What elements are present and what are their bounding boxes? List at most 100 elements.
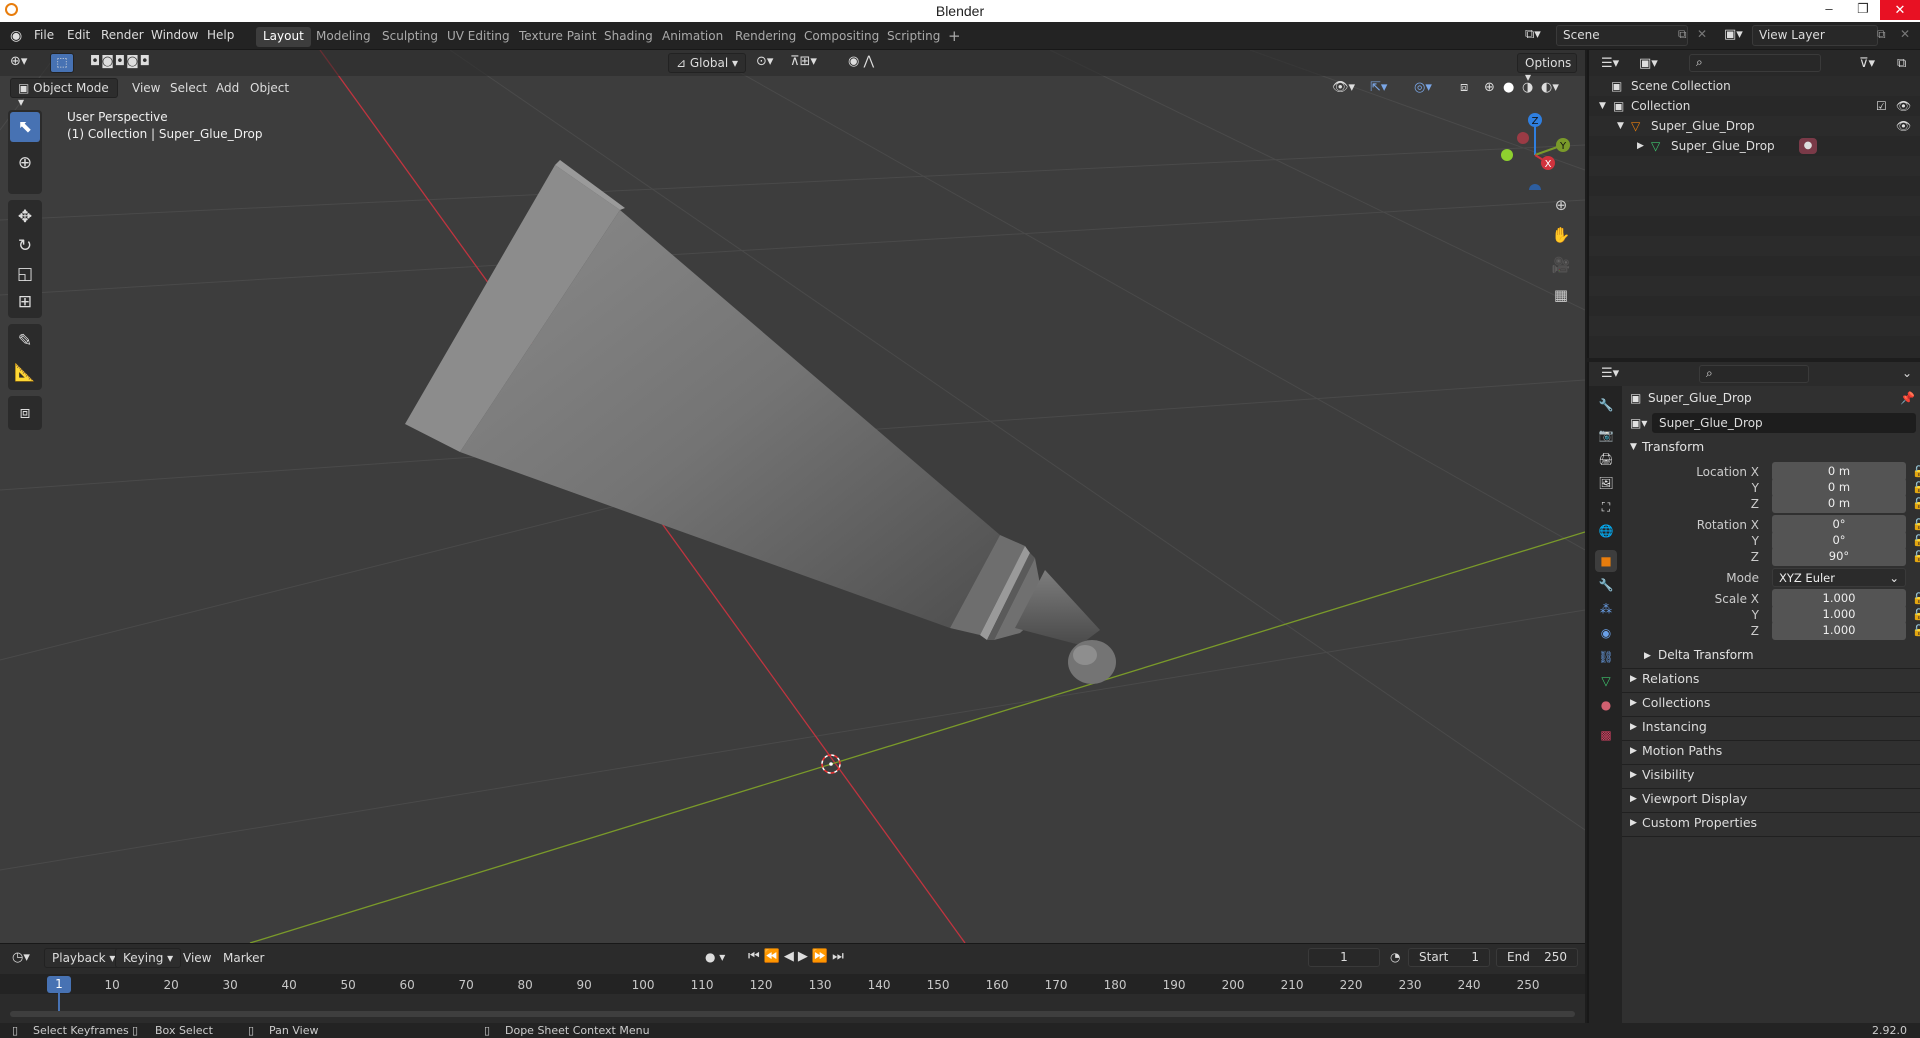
- material-tab-icon[interactable]: ●: [1595, 694, 1617, 716]
- move-tool-icon[interactable]: ✥: [10, 202, 40, 232]
- rotate-tool-icon[interactable]: ↻: [10, 231, 40, 261]
- navigation-gizmo[interactable]: Z Y X: [1490, 110, 1580, 190]
- pin-icon[interactable]: 📌: [1900, 391, 1915, 405]
- expand-arrow-icon[interactable]: ▼: [1617, 116, 1624, 136]
- physics-tab-icon[interactable]: ◉: [1595, 622, 1617, 644]
- add-cube-tool-icon[interactable]: ⧈: [10, 398, 40, 428]
- object-name-field[interactable]: Super_Glue_Drop: [1652, 413, 1916, 433]
- rendered-shading-icon[interactable]: ◐▾: [1541, 80, 1559, 95]
- tool-tab-icon[interactable]: 🔧: [1595, 394, 1617, 416]
- modifier-tab-icon[interactable]: 🔧: [1595, 574, 1617, 596]
- expand-arrow-icon[interactable]: ▶: [1630, 746, 1637, 756]
- menu-window[interactable]: Window: [151, 28, 198, 42]
- lock-icon[interactable]: 🔓: [1912, 624, 1920, 637]
- scale-z-field[interactable]: 1.000: [1772, 621, 1906, 640]
- view-layer-field[interactable]: View Layer: [1752, 25, 1878, 46]
- expand-arrow-icon[interactable]: ▼: [1630, 442, 1637, 452]
- wireframe-shading-icon[interactable]: ⊕: [1484, 80, 1495, 95]
- outliner-editor-type-icon[interactable]: ☰▾: [1601, 56, 1619, 71]
- measure-tool-icon[interactable]: 📐: [10, 358, 40, 388]
- lock-icon[interactable]: 🔓: [1912, 592, 1920, 605]
- start-frame-field[interactable]: Start 1: [1408, 948, 1490, 967]
- visibility-eye-icon[interactable]: 👁: [1896, 116, 1911, 136]
- select-tool-icon[interactable]: ⬉: [10, 112, 40, 142]
- lock-icon[interactable]: 🔓: [1912, 518, 1920, 531]
- collections-header[interactable]: Collections: [1642, 695, 1710, 710]
- scene-tab-icon[interactable]: ⛶: [1595, 496, 1617, 518]
- close-icon[interactable]: ✕: [1880, 0, 1920, 20]
- expand-arrow-icon[interactable]: ▶: [1630, 794, 1637, 804]
- instancing-header[interactable]: Instancing: [1642, 719, 1707, 734]
- viewport-menu-select[interactable]: Select: [170, 81, 207, 95]
- timeline-menu-view[interactable]: View: [183, 951, 211, 965]
- lock-icon[interactable]: 🔓: [1912, 481, 1920, 494]
- tab-uv-editing[interactable]: UV Editing: [440, 27, 517, 47]
- gizmo-toggle-icon[interactable]: ⇱▾: [1370, 80, 1387, 95]
- custom-properties-header[interactable]: Custom Properties: [1642, 815, 1757, 830]
- expand-arrow-icon[interactable]: ▶: [1630, 818, 1637, 828]
- cursor-tool-icon[interactable]: ⊕: [10, 148, 40, 178]
- viewport-menu-view[interactable]: View: [132, 81, 160, 95]
- editor-type-icon[interactable]: ⊕▾: [10, 54, 27, 69]
- new-scene-icon[interactable]: ⧉: [1678, 27, 1687, 42]
- menu-help[interactable]: Help: [207, 28, 234, 42]
- restore-icon[interactable]: ❐: [1846, 1, 1880, 17]
- view-layer-tab-icon[interactable]: 🖼: [1595, 472, 1617, 494]
- 3d-viewport[interactable]: ⊕▾ ⬚ ◘◙◘◙◘ ⊿ Global ▾ ⊙▾ ⊼⊞▾ ◉ ⋀ Options…: [0, 50, 1585, 943]
- exclude-checkbox-icon[interactable]: ☑: [1876, 96, 1887, 116]
- blender-menu-icon[interactable]: ◉: [10, 28, 22, 44]
- zoom-icon[interactable]: ⊕: [1548, 192, 1574, 218]
- object-tab-icon[interactable]: ■: [1595, 550, 1617, 572]
- new-view-layer-icon[interactable]: ⧉: [1877, 27, 1886, 42]
- expand-arrow-icon[interactable]: ▶: [1644, 651, 1651, 661]
- transform-tool-icon[interactable]: ⊞: [10, 287, 40, 317]
- timeline-menu-marker[interactable]: Marker: [223, 951, 264, 965]
- tab-texture-paint[interactable]: Texture Paint: [512, 27, 603, 47]
- playback-controls-icons[interactable]: ⏮⏪◀▶⏩⏭: [748, 949, 848, 964]
- tab-layout[interactable]: Layout: [256, 27, 311, 47]
- expand-arrow-icon[interactable]: ▶: [1630, 722, 1637, 732]
- visibility-eye-icon[interactable]: 👁: [1896, 96, 1911, 116]
- timeline-editor-type-icon[interactable]: ◷▾: [12, 950, 30, 965]
- snap-icon[interactable]: ⊼⊞▾: [790, 54, 817, 69]
- rotation-z-field[interactable]: 90°: [1772, 547, 1906, 566]
- transform-header[interactable]: Transform: [1642, 439, 1704, 454]
- overlay-toggle-icon[interactable]: ◎▾: [1414, 80, 1432, 95]
- scene-selector-icon[interactable]: ⧉▾: [1525, 27, 1541, 42]
- outliner-row-mesh[interactable]: ▶ ▽ Super_Glue_Drop ●: [1589, 136, 1920, 156]
- select-box-tool-icon[interactable]: ⬚: [50, 53, 74, 73]
- new-collection-icon[interactable]: ⧉: [1897, 56, 1906, 71]
- menu-render[interactable]: Render: [101, 28, 144, 42]
- outliner-search-input[interactable]: ⌕: [1689, 54, 1821, 72]
- rotation-mode-dropdown[interactable]: XYZ Euler ⌄: [1772, 568, 1906, 587]
- visibility-header[interactable]: Visibility: [1642, 767, 1694, 782]
- pivot-point-icon[interactable]: ⊙▾: [756, 54, 773, 69]
- playhead-frame[interactable]: 1: [47, 976, 71, 993]
- xray-icon[interactable]: ⧈: [1460, 80, 1468, 95]
- motion-paths-header[interactable]: Motion Paths: [1642, 743, 1722, 758]
- add-workspace-icon[interactable]: +: [941, 25, 968, 45]
- end-frame-field[interactable]: End 250: [1496, 948, 1578, 967]
- delta-transform-header[interactable]: Delta Transform: [1658, 648, 1754, 662]
- scene-name-field[interactable]: Scene: [1556, 25, 1688, 46]
- viewport-menu-object[interactable]: Object: [250, 81, 289, 95]
- outliner-row-scene-collection[interactable]: ▣ Scene Collection: [1589, 76, 1920, 96]
- location-z-field[interactable]: 0 m: [1772, 494, 1906, 513]
- options-button[interactable]: Options ▾: [1517, 53, 1577, 84]
- keying-dropdown[interactable]: Keying ▾: [115, 948, 182, 968]
- display-mode-icon[interactable]: ▣▾: [1639, 56, 1658, 71]
- expand-arrow-icon[interactable]: ▶: [1630, 674, 1637, 684]
- menu-file[interactable]: File: [34, 28, 54, 42]
- record-icon[interactable]: ● ▾: [705, 950, 725, 964]
- lock-icon[interactable]: 🔓: [1912, 550, 1920, 563]
- camera-view-icon[interactable]: 🎥: [1548, 252, 1574, 278]
- tab-shading[interactable]: Shading: [597, 27, 660, 47]
- constraints-tab-icon[interactable]: ⛓: [1595, 646, 1617, 668]
- properties-search-input[interactable]: ⌕: [1699, 365, 1809, 383]
- solid-shading-icon[interactable]: ●: [1503, 80, 1514, 95]
- minimize-icon[interactable]: –: [1812, 1, 1846, 16]
- material-shading-icon[interactable]: ◑: [1522, 80, 1533, 95]
- visibility-icon[interactable]: 👁▾: [1332, 80, 1355, 95]
- material-icon[interactable]: ●: [1799, 138, 1817, 154]
- menu-edit[interactable]: Edit: [67, 28, 90, 42]
